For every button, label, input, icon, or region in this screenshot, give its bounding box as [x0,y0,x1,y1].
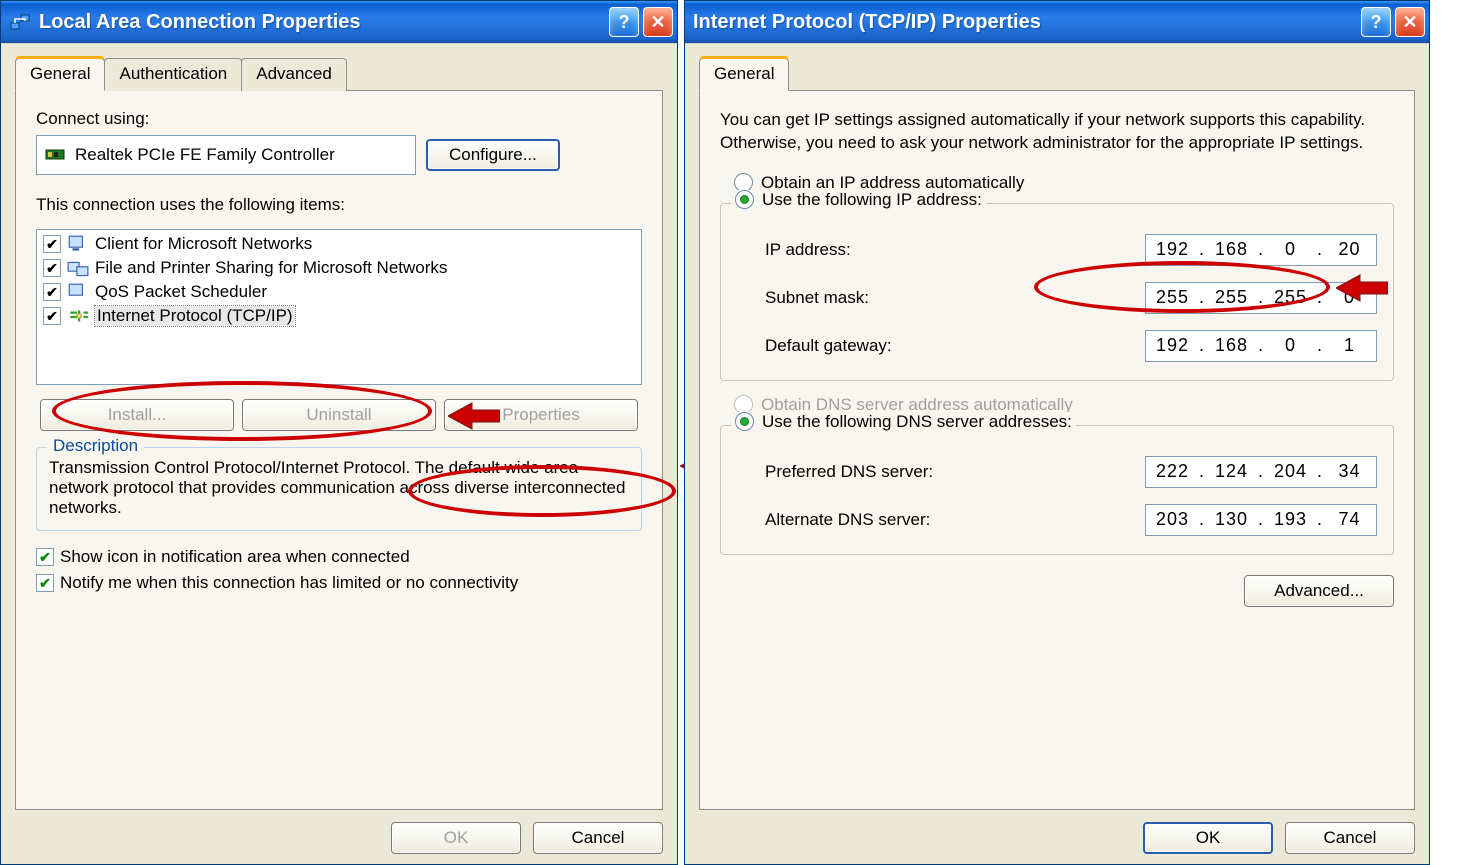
nic-card-icon [45,147,67,163]
adapter-name: Realtek PCIe FE Family Controller [75,145,335,165]
share-icon [67,259,89,277]
adapter-box[interactable]: Realtek PCIe FE Family Controller [36,135,416,175]
properties-button[interactable]: Properties [444,399,638,431]
local-area-connection-properties-window: Local Area Connection Properties General… [0,0,678,865]
protocol-icon [67,307,89,325]
list-item[interactable]: Client for Microsoft Networks [43,234,635,254]
preferred-dns-label: Preferred DNS server: [765,462,933,482]
ok-button[interactable]: OK [391,822,521,854]
checkbox-icon[interactable] [43,283,61,301]
notify-label: Notify me when this connection has limit… [60,573,518,593]
default-gateway-input[interactable]: 192. 168. 0. 1 [1145,330,1377,362]
close-button[interactable] [1395,7,1425,37]
tab-authentication[interactable]: Authentication [104,58,242,91]
client-icon [67,235,89,253]
install-button[interactable]: Install... [40,399,234,431]
intro-text: You can get IP settings assigned automat… [720,109,1394,155]
qos-icon [67,283,89,301]
ip-fieldset: Use the following IP address: IP address… [720,203,1394,381]
ok-button[interactable]: OK [1143,822,1273,854]
list-item-tcpip[interactable]: Internet Protocol (TCP/IP) [43,306,635,326]
title-text-left: Local Area Connection Properties [39,11,605,34]
help-button[interactable] [1361,7,1391,37]
description-legend: Description [47,436,144,456]
title-text-right: Internet Protocol (TCP/IP) Properties [693,11,1357,34]
item-label: File and Printer Sharing for Microsoft N… [95,258,447,278]
radio-use-following-dns[interactable]: Use the following DNS server addresses: [731,412,1076,432]
list-item[interactable]: QoS Packet Scheduler [43,282,635,302]
description-text: Transmission Control Protocol/Internet P… [49,458,629,518]
tabpanel-general-right: You can get IP settings assigned automat… [699,90,1415,810]
preferred-dns-input[interactable]: 222. 124. 204. 34 [1145,456,1377,488]
radio-label: Use the following IP address: [762,190,982,210]
radio-icon [735,412,754,431]
alternate-dns-label: Alternate DNS server: [765,510,930,530]
description-group: Description Transmission Control Protoco… [36,447,642,531]
uninstall-button[interactable]: Uninstall [242,399,436,431]
ip-address-label: IP address: [765,240,851,260]
radio-use-following-ip[interactable]: Use the following IP address: [731,190,986,210]
connection-items-list[interactable]: Client for Microsoft Networks File and P… [36,229,642,385]
cancel-button[interactable]: Cancel [1285,822,1415,854]
tabpanel-general-left: Connect using: Realtek PCIe FE Family Co… [15,90,663,810]
close-button[interactable] [643,7,673,37]
checkbox-icon[interactable] [43,259,61,277]
gateway-label: Default gateway: [765,336,892,356]
item-label: Client for Microsoft Networks [95,234,312,254]
list-item[interactable]: File and Printer Sharing for Microsoft N… [43,258,635,278]
titlebar-left[interactable]: Local Area Connection Properties [1,1,677,43]
showicon-label: Show icon in notification area when conn… [60,547,410,567]
tab-general-right[interactable]: General [699,58,789,91]
radio-icon [735,190,754,209]
item-label: Internet Protocol (TCP/IP) [95,306,295,326]
subnet-label: Subnet mask: [765,288,869,308]
advanced-button[interactable]: Advanced... [1244,575,1394,607]
alternate-dns-input[interactable]: 203. 130. 193. 74 [1145,504,1377,536]
help-button[interactable] [609,7,639,37]
checkbox-showicon[interactable] [36,548,54,566]
ip-address-input[interactable]: 192. 168. 0. 20 [1145,234,1377,266]
checkbox-icon[interactable] [43,307,61,325]
tab-general[interactable]: General [15,58,105,91]
configure-button[interactable]: Configure... [426,139,560,171]
connect-using-label: Connect using: [36,109,642,129]
dns-fieldset: Use the following DNS server addresses: … [720,425,1394,555]
tcpip-properties-window: Internet Protocol (TCP/IP) Properties Ge… [684,0,1430,865]
radio-label: Use the following DNS server addresses: [762,412,1072,432]
tabs-left: General Authentication Advanced [15,58,663,91]
checkbox-notify[interactable] [36,574,54,592]
item-label: QoS Packet Scheduler [95,282,267,302]
titlebar-right[interactable]: Internet Protocol (TCP/IP) Properties [685,1,1429,43]
tab-advanced[interactable]: Advanced [241,58,347,91]
network-conn-icon [9,11,31,33]
cancel-button[interactable]: Cancel [533,822,663,854]
items-label: This connection uses the following items… [36,195,642,215]
checkbox-icon[interactable] [43,235,61,253]
subnet-mask-input[interactable]: 255. 255. 255. 0 [1145,282,1377,314]
